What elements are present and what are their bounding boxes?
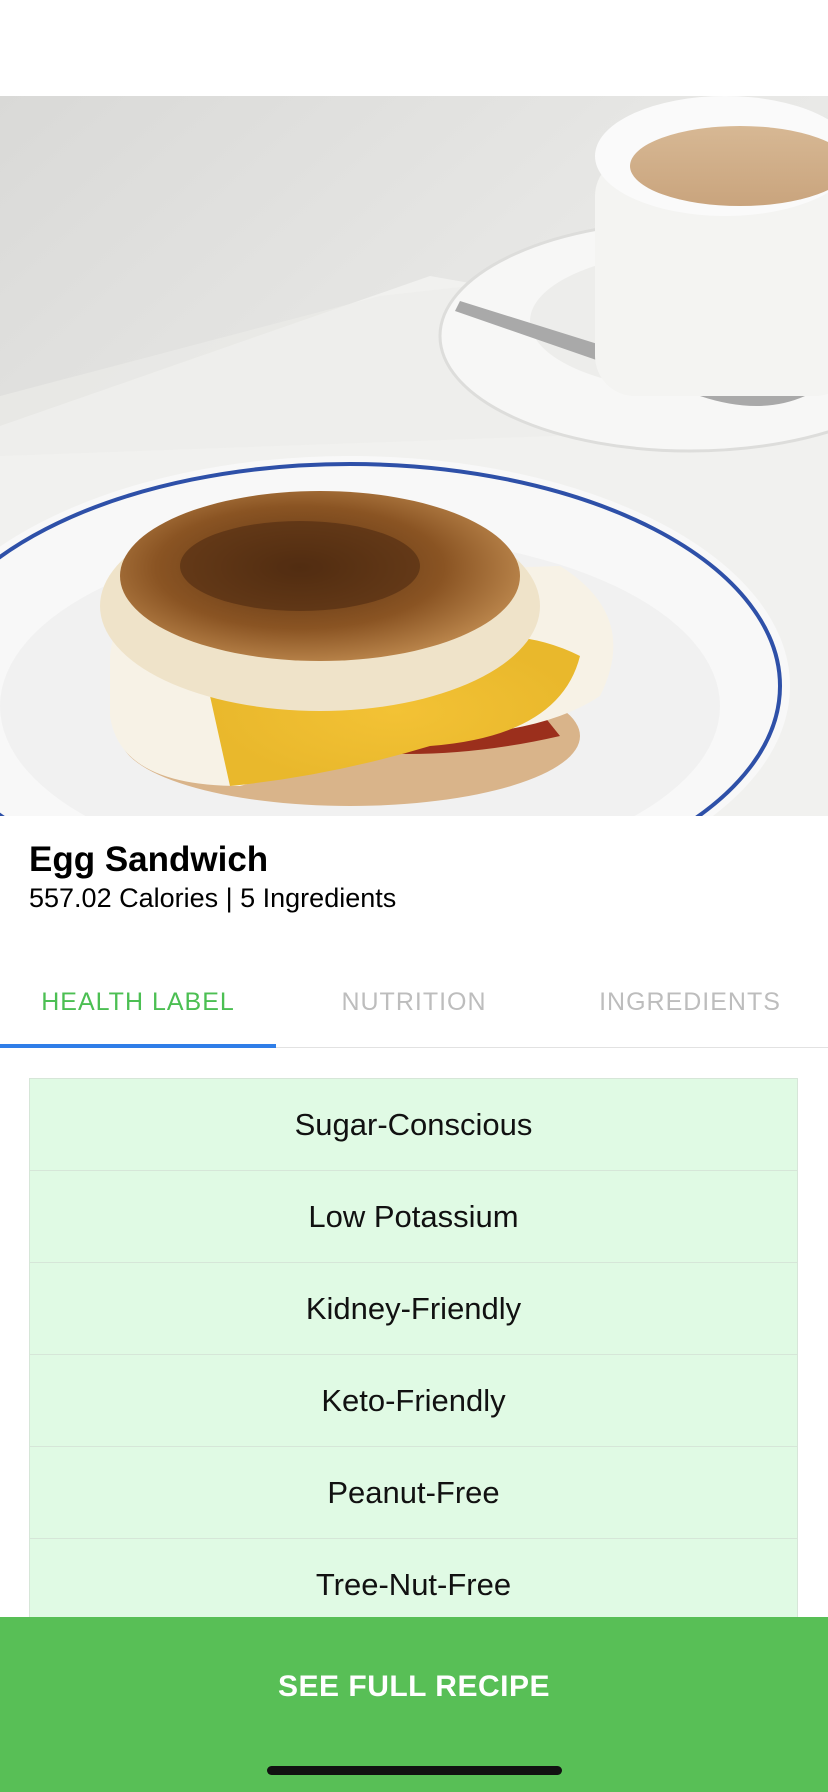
recipe-summary: 557.02 Calories | 5 Ingredients (29, 883, 397, 913)
tab-health-label[interactable]: HEALTH LABEL (0, 956, 276, 1048)
see-full-recipe-label: SEE FULL RECIPE (278, 1670, 550, 1703)
egg-sandwich-illustration (0, 96, 828, 816)
list-item: Low Potassium (30, 1171, 797, 1263)
tab-nutrition[interactable]: NUTRITION (276, 956, 552, 1048)
recipe-info: Egg Sandwich 557.02 Calories | 5 Ingredi… (0, 816, 828, 956)
list-item: Sugar-Conscious (30, 1079, 797, 1171)
tab-ingredients[interactable]: INGREDIENTS (552, 956, 828, 1048)
recipe-title: Egg Sandwich (29, 840, 269, 879)
list-item: Peanut-Free (30, 1447, 797, 1539)
tab-bar: HEALTH LABEL NUTRITION INGREDIENTS (0, 956, 828, 1048)
home-indicator (267, 1766, 562, 1775)
status-bar (0, 0, 828, 96)
recipe-photo (0, 96, 828, 816)
list-item: Keto-Friendly (30, 1355, 797, 1447)
active-tab-indicator (0, 1044, 276, 1048)
health-label-list: Sugar-Conscious Low Potassium Kidney-Fri… (29, 1078, 798, 1638)
list-item: Kidney-Friendly (30, 1263, 797, 1355)
